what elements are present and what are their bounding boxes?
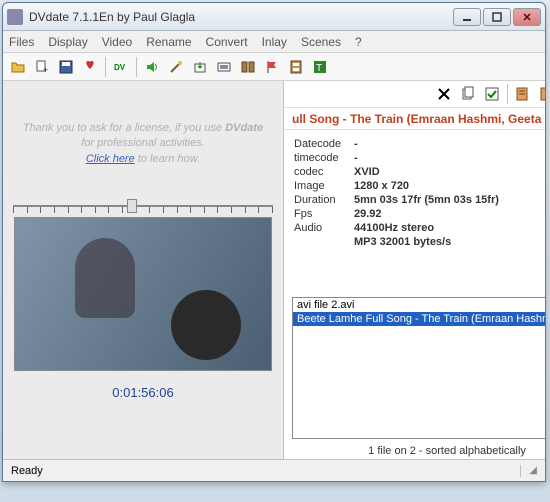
file-list[interactable]: avi file 2.avi Beete Lamhe Full Song - T… (292, 297, 545, 439)
menu-display[interactable]: Display (48, 35, 87, 49)
app-icon (7, 9, 23, 25)
svg-text:T: T (316, 63, 322, 74)
text-icon[interactable]: T (309, 56, 331, 78)
fps-label: Fps (294, 208, 354, 220)
copy-icon[interactable] (457, 83, 479, 105)
menu-scenes[interactable]: Scenes (301, 35, 341, 49)
left-panel: Thank you to ask for a license, if you u… (3, 81, 283, 459)
statusbar: Ready ◢ (3, 459, 545, 481)
open-folder-icon[interactable] (7, 56, 29, 78)
audio-value-2: MP3 32001 bytes/s (354, 236, 545, 248)
flag-icon[interactable] (261, 56, 283, 78)
duration-label: Duration (294, 194, 354, 206)
license-notice: Thank you to ask for a license, if you u… (23, 121, 263, 167)
save-icon[interactable] (55, 56, 77, 78)
current-filename: ull Song - The Train (Emraan Hashmi, Gee… (284, 108, 545, 130)
list-item[interactable]: avi file 2.avi (293, 298, 545, 312)
right-panel: + × STOP ull Song - The Train (Emraan Ha… (283, 81, 545, 459)
menu-convert[interactable]: Convert (206, 35, 248, 49)
dv-icon[interactable]: DV (110, 56, 132, 78)
extract-icon[interactable] (189, 56, 211, 78)
minimize-button[interactable] (453, 8, 481, 26)
datecode-value: - (354, 138, 545, 150)
fps-value: 29.92 (354, 208, 545, 220)
audio-label: Audio (294, 222, 354, 234)
toolbar-separator (136, 57, 137, 77)
add-file-icon[interactable]: + (31, 56, 53, 78)
content-area: Thank you to ask for a license, if you u… (3, 81, 545, 459)
timeline-slider[interactable] (13, 197, 273, 217)
app-window: DVdate 7.1.1En by Paul Glagla Files Disp… (2, 2, 546, 482)
menu-help[interactable]: ? (355, 35, 362, 49)
svg-text:DV: DV (114, 63, 126, 72)
list-add-icon[interactable]: + (536, 83, 545, 105)
menu-video[interactable]: Video (102, 35, 132, 49)
list-sort-icon[interactable] (512, 83, 534, 105)
delete-icon[interactable] (433, 83, 455, 105)
duration-value: 5mn 03s 17fr (5mn 03s 15fr) (354, 194, 545, 206)
status-text: Ready (11, 465, 521, 477)
list-item[interactable]: Beete Lamhe Full Song - The Train (Emraa… (293, 312, 545, 326)
scene-icon[interactable] (237, 56, 259, 78)
menu-files[interactable]: Files (9, 35, 34, 49)
menu-rename[interactable]: Rename (146, 35, 191, 49)
svg-text:+: + (43, 65, 48, 75)
video-preview[interactable] (14, 217, 272, 371)
preview-frame (15, 218, 271, 370)
menubar: Files Display Video Rename Convert Inlay… (3, 31, 545, 53)
license-link[interactable]: Click here (86, 153, 135, 165)
file-info: Datecode- timecode- codecXVID Image1280 … (284, 130, 545, 258)
resize-grip[interactable]: ◢ (521, 465, 537, 476)
menu-inlay[interactable]: Inlay (262, 35, 287, 49)
datecode-label: Datecode (294, 138, 354, 150)
frame-icon[interactable] (213, 56, 235, 78)
window-controls (453, 8, 541, 26)
window-title: DVdate 7.1.1En by Paul Glagla (29, 10, 453, 24)
titlebar[interactable]: DVdate 7.1.1En by Paul Glagla (3, 3, 545, 31)
favorite-icon[interactable] (79, 56, 101, 78)
film-icon[interactable] (285, 56, 307, 78)
image-value: 1280 x 720 (354, 180, 545, 192)
check-icon[interactable] (481, 83, 503, 105)
timecode-display: 0:01:56:06 (112, 385, 173, 400)
right-toolbar: + × STOP (284, 81, 545, 108)
image-label: Image (294, 180, 354, 192)
codec-value: XVID (354, 166, 545, 178)
list-status: 1 file on 2 - sorted alphabetically (284, 443, 545, 459)
audio-value: 44100Hz stereo (354, 222, 545, 234)
main-toolbar: + DV T (3, 53, 545, 81)
maximize-button[interactable] (483, 8, 511, 26)
timecode-value: - (354, 152, 545, 164)
wand-icon[interactable] (165, 56, 187, 78)
close-button[interactable] (513, 8, 541, 26)
slider-thumb[interactable] (127, 199, 137, 213)
audio-icon[interactable] (141, 56, 163, 78)
toolbar-separator (507, 84, 508, 104)
toolbar-separator (105, 57, 106, 77)
codec-label: codec (294, 166, 354, 178)
timecode-label: timecode (294, 152, 354, 164)
